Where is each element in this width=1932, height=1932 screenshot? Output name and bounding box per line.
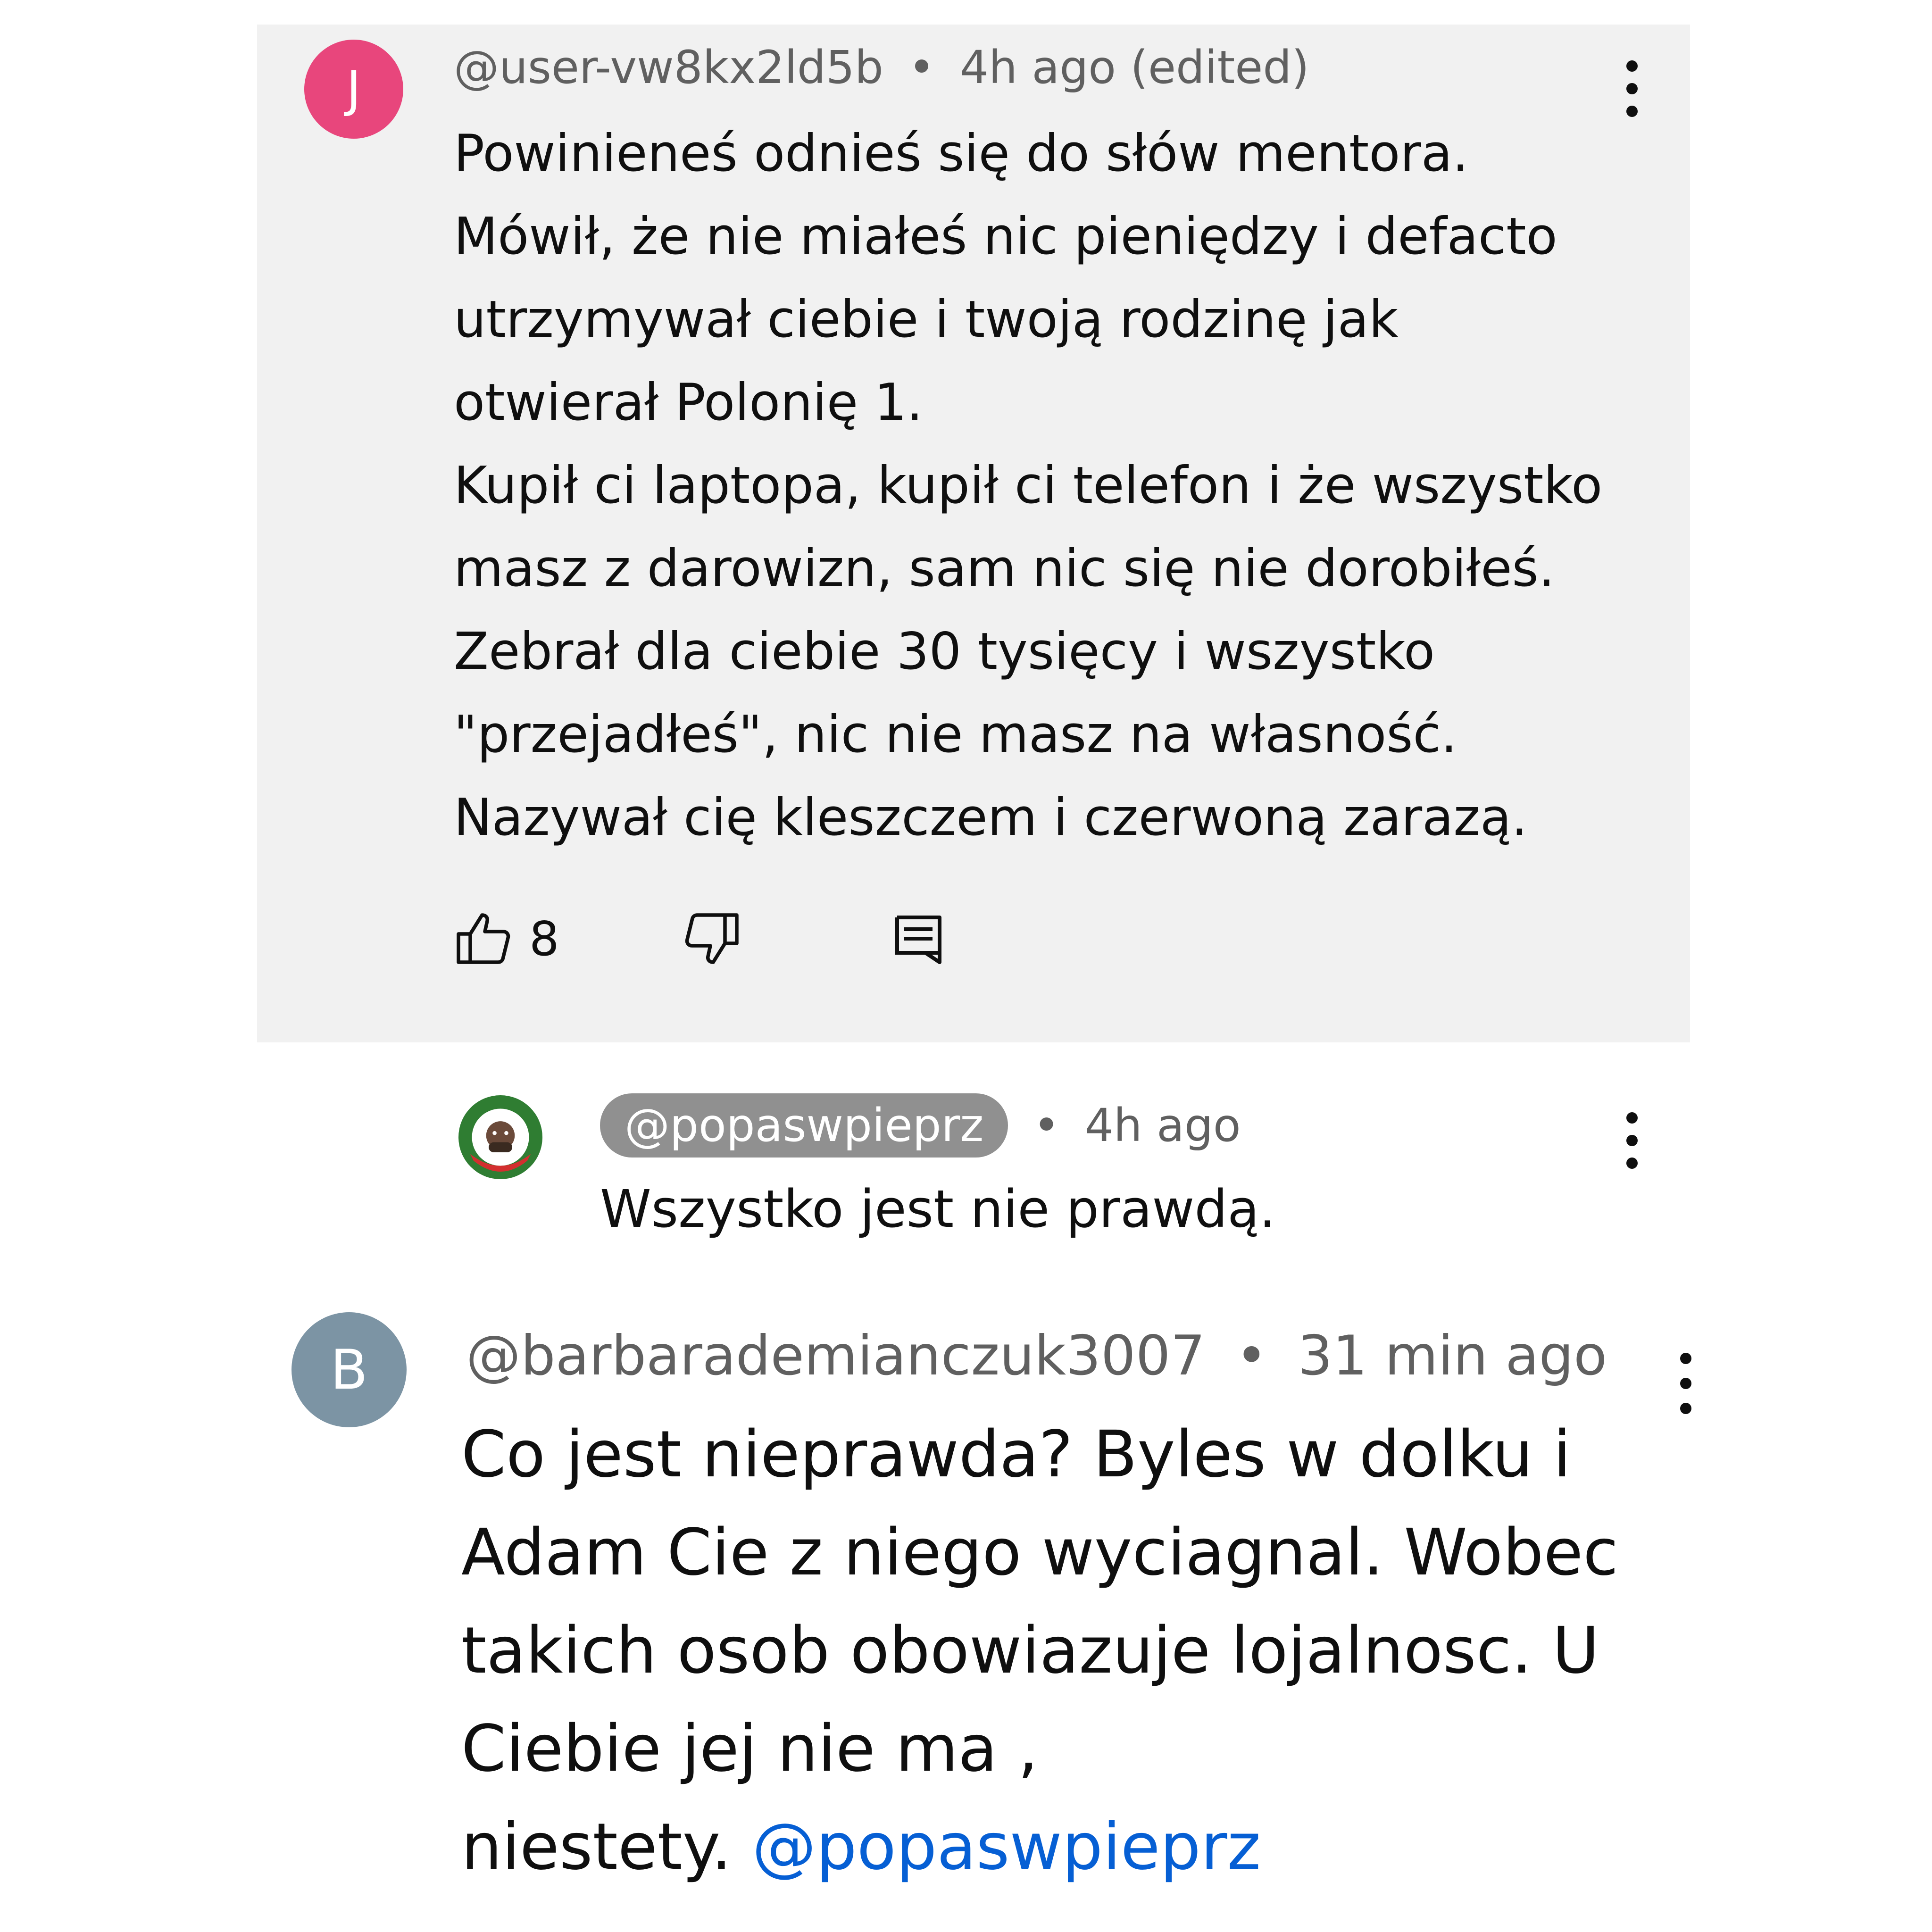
comment-timestamp[interactable]: 31 min ago (1298, 1324, 1607, 1388)
reply-text: Wszystko jest nie prawdą. (600, 1179, 1276, 1239)
comment-text: Powinieneś odnieś się do słów mentora. M… (454, 112, 1642, 859)
avatar[interactable]: B (291, 1312, 407, 1427)
comment-timestamp[interactable]: 4h ago (edited) (960, 41, 1309, 94)
more-vert-icon[interactable] (1672, 1353, 1700, 1414)
mention-link[interactable]: @popaswpieprz (752, 1810, 1261, 1884)
channel-logo-icon (459, 1096, 542, 1179)
comment-text-line: Ciebie jej nie ma , (461, 1712, 1039, 1786)
comments-page: J @user-vw8kx2ld5b • 4h ago (edited) Powin… (0, 0, 1932, 1932)
comment-text-line: Kupił ci laptopa, kupił ci telefon i że … (454, 456, 1603, 515)
channel-logo-icon[interactable] (458, 1095, 542, 1179)
comment-text-line: takich osob obowiazuje lojalnosc. U (461, 1614, 1599, 1688)
comment-text-line: Zebrał dla ciebie 30 tysięcy i wszystko (454, 622, 1435, 681)
separator-dot: • (1235, 1324, 1268, 1388)
comment-text-line: Nazywał cię kleszczem i czerwoną zarazą. (454, 788, 1528, 847)
comment-text-line: niestety. @popaswpieprz (461, 1798, 1612, 1896)
comment-text-line: otwierał Polonię 1. (454, 373, 923, 432)
like-button[interactable]: 8 (454, 910, 559, 967)
thumb-down-icon (685, 913, 739, 964)
avatar-letter: B (330, 1338, 368, 1402)
comment-text-line: utrzymywał ciebie i twoją rodzinę jak (454, 290, 1399, 349)
more-vert-icon[interactable] (1618, 60, 1646, 117)
comment-header: @barbarademianczuk3007 • 31 min ago (466, 1321, 1607, 1391)
comment-header: @user-vw8kx2ld5b • 4h ago (edited) (454, 37, 1309, 98)
reply-header: @popaswpieprz • 4h ago (600, 1093, 1241, 1158)
comment-text-line: "przejadłeś", nic nie masz na własność. (454, 705, 1457, 764)
more-vert-icon[interactable] (1618, 1112, 1646, 1169)
creator-handle-badge[interactable]: @popaswpieprz (600, 1093, 1008, 1158)
comment-text-line: Co jest nieprawda? Byles w dolku i (461, 1417, 1571, 1492)
comment-text-line: masz z darowizn, sam nic się nie dorobił… (454, 539, 1555, 598)
thumb-up-icon (457, 913, 510, 964)
comment-text-line: Mówił, że nie miałeś nic pieniędzy i def… (454, 207, 1557, 266)
reply-button[interactable] (892, 910, 944, 967)
comment-reply-icon (895, 916, 941, 964)
avatar-letter: J (346, 60, 361, 118)
comment-text-line: Powinieneś odnieś się do słów mentora. (454, 124, 1469, 183)
comment-text-fragment: niestety. (461, 1810, 732, 1884)
separator-dot: • (908, 41, 935, 94)
comment-text-line: Adam Cie z niego wyciagnal. Wobec (461, 1516, 1618, 1590)
separator-dot: • (1033, 1099, 1060, 1152)
comment-author-handle[interactable]: @user-vw8kx2ld5b (454, 41, 883, 94)
dislike-button[interactable] (680, 910, 741, 967)
reply-timestamp[interactable]: 4h ago (1085, 1099, 1241, 1152)
comment-text: Co jest nieprawda? Byles w dolku i Adam … (461, 1406, 1618, 1896)
avatar[interactable]: J (304, 40, 403, 139)
like-count: 8 (529, 911, 559, 966)
comment-author-handle[interactable]: @barbarademianczuk3007 (466, 1324, 1205, 1388)
